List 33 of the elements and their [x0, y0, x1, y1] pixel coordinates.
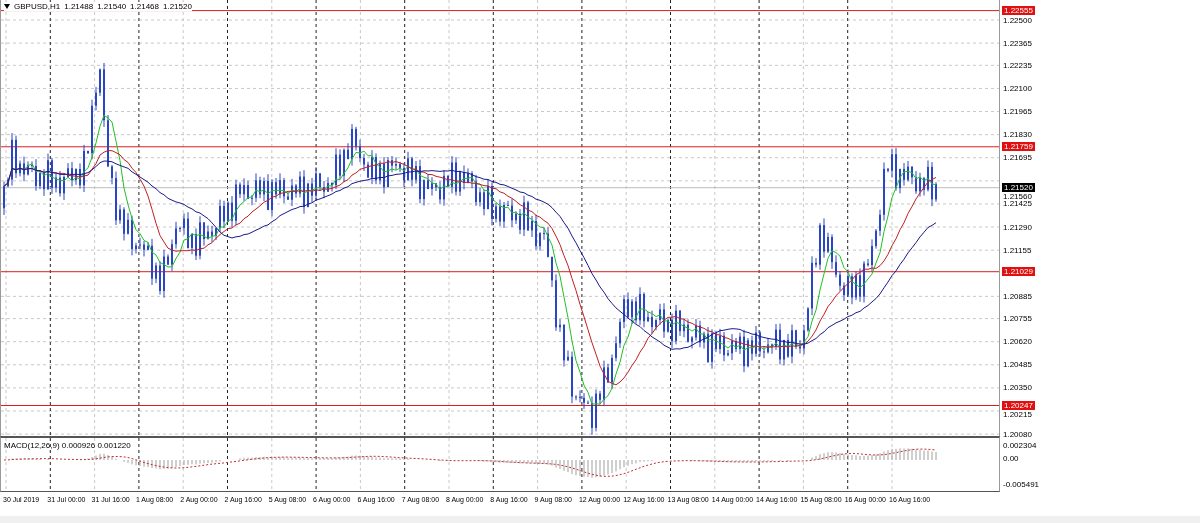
- price-level-label: 1.22555: [1002, 6, 1035, 16]
- price-tick-label: 1.21965: [1003, 107, 1032, 117]
- ohlc-value: 1.21468: [130, 2, 159, 11]
- price-level-label: 1.20247: [1002, 401, 1035, 410]
- price-tick-label: 1.20350: [1003, 383, 1032, 393]
- price-tick-label: 1.20620: [1003, 337, 1032, 347]
- price-tick-label: 1.22235: [1003, 60, 1032, 70]
- price-tick-label: 1.20485: [1003, 360, 1032, 370]
- symbol-label: GBPUSD,H1: [14, 2, 61, 11]
- price-tick-label: 1.21695: [1003, 153, 1032, 163]
- ohlc-value: 1.21520: [163, 2, 192, 11]
- macd-tick-label: -0.005491: [1003, 480, 1040, 489]
- macd-label: MACD(12,26,9) 0.000926 0.001220: [4, 441, 131, 450]
- price-tick-label: 1.22365: [1003, 38, 1032, 48]
- macd-tick-label: 0.00: [1003, 454, 1019, 463]
- dropdown-arrow-icon[interactable]: [4, 4, 10, 9]
- price-level-label: 1.21759: [1002, 142, 1035, 152]
- price-tick-label: 1.22100: [1003, 83, 1032, 93]
- ohlc-value: 1.21488: [64, 2, 94, 11]
- ohlc-value: 1.21540: [97, 2, 127, 11]
- price-tick-label: 1.21290: [1003, 222, 1032, 232]
- price-level-label: 1.21520: [1002, 183, 1035, 193]
- price-tick-label: 1.22500: [1003, 15, 1032, 25]
- price-tick-label: 1.21830: [1003, 130, 1032, 140]
- macd-tick-label: 0.002304: [1003, 441, 1037, 450]
- price-tick-label: 1.21425: [1003, 199, 1032, 209]
- price-level-label: 1.21029: [1002, 267, 1035, 277]
- price-tick-label: 1.20215: [1003, 410, 1032, 419]
- price-tick-label: 1.20755: [1003, 314, 1032, 324]
- price-tick-label: 1.21155: [1003, 245, 1032, 255]
- price-tick-label: 1.21560: [1003, 192, 1032, 202]
- price-tick-label: 1.20885: [1003, 291, 1032, 301]
- price-tick-label: 1.20080: [1003, 429, 1032, 439]
